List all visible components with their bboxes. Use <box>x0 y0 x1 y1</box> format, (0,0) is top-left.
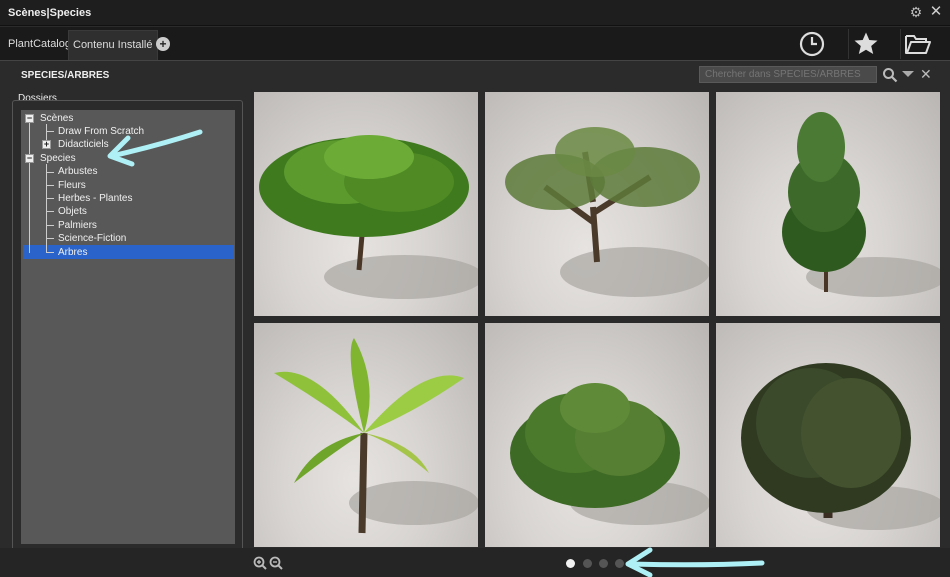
tree-line <box>29 123 30 157</box>
tree-line <box>46 172 54 173</box>
tree-line <box>46 211 54 212</box>
tab-bar: PlantCatalog Contenu Installé + <box>0 27 950 61</box>
folder-tree <box>21 110 235 544</box>
close-icon[interactable]: ✕ <box>928 4 944 20</box>
open-folder-button[interactable] <box>900 29 934 59</box>
search-icon[interactable] <box>882 67 898 83</box>
tree-item-species[interactable]: Species <box>40 152 76 165</box>
tree-item-arbres[interactable]: Arbres <box>58 246 87 259</box>
star-icon <box>854 32 877 54</box>
page-dot-1[interactable] <box>566 559 575 568</box>
tree-item-arbustes[interactable]: Arbustes <box>58 165 97 178</box>
species-thumbnail[interactable] <box>716 92 940 316</box>
collapse-scenes-icon[interactable]: − <box>25 114 34 123</box>
tree-line <box>46 252 54 253</box>
clear-search-icon[interactable]: ✕ <box>920 66 932 82</box>
tree-selection-highlight <box>23 245 234 259</box>
clock-icon <box>799 31 825 57</box>
gnarled-tree-image <box>505 127 709 297</box>
zoom-out-icon[interactable] <box>269 556 283 570</box>
tab-plantcatalog[interactable]: PlantCatalog <box>4 30 75 60</box>
tree-line <box>46 131 54 132</box>
conifer-image <box>782 112 940 297</box>
species-thumbnail[interactable] <box>485 323 709 547</box>
tree-item-scenes[interactable]: Scènes <box>40 112 73 125</box>
search-options-chevron-icon[interactable] <box>902 71 914 77</box>
tree-item-science-fiction[interactable]: Science-Fiction <box>58 232 126 245</box>
page-dot-4[interactable] <box>615 559 624 568</box>
tree-item-fleurs[interactable]: Fleurs <box>58 179 86 192</box>
shrub-image <box>510 383 709 525</box>
collapse-species-icon[interactable]: − <box>25 154 34 163</box>
zoom-in-icon[interactable] <box>253 556 267 570</box>
broad-tree-image <box>259 135 478 299</box>
species-thumbnail[interactable] <box>716 323 940 547</box>
tree-line <box>46 225 54 226</box>
species-thumbnail[interactable] <box>485 92 709 316</box>
window-title: Scènes|Species <box>8 7 92 19</box>
tree-line <box>29 163 30 253</box>
search-input[interactable] <box>699 66 877 83</box>
tree-line <box>46 185 54 186</box>
species-thumbnail[interactable] <box>254 92 478 316</box>
tree-line <box>46 238 54 239</box>
species-thumbnail[interactable] <box>254 323 478 547</box>
page-dot-3[interactable] <box>599 559 608 568</box>
willow-image <box>741 363 940 530</box>
current-path: SPECIES/ARBRES <box>21 70 110 81</box>
folder-open-icon <box>904 35 931 54</box>
tree-line <box>46 198 54 199</box>
history-button[interactable] <box>795 29 829 59</box>
favorites-button[interactable] <box>848 29 882 59</box>
gear-icon[interactable]: ⚙ <box>908 4 924 20</box>
expand-didacticiels-icon[interactable]: + <box>42 140 51 149</box>
tree-item-draw-from-scratch[interactable]: Draw From Scratch <box>58 125 144 138</box>
tree-item-objets[interactable]: Objets <box>58 205 87 218</box>
add-tab-icon[interactable]: + <box>156 37 170 51</box>
title-bar: Scènes|Species ⚙ ✕ <box>0 0 950 26</box>
tree-item-herbes-plantes[interactable]: Herbes - Plantes <box>58 192 132 205</box>
bottom-bar <box>0 548 950 577</box>
banana-palm-image <box>274 338 478 534</box>
page-dot-2[interactable] <box>583 559 592 568</box>
tree-item-palmiers[interactable]: Palmiers <box>58 219 97 232</box>
tab-contenu-installe[interactable]: Contenu Installé <box>68 30 158 60</box>
tree-item-didacticiels[interactable]: Didacticiels <box>58 138 109 151</box>
